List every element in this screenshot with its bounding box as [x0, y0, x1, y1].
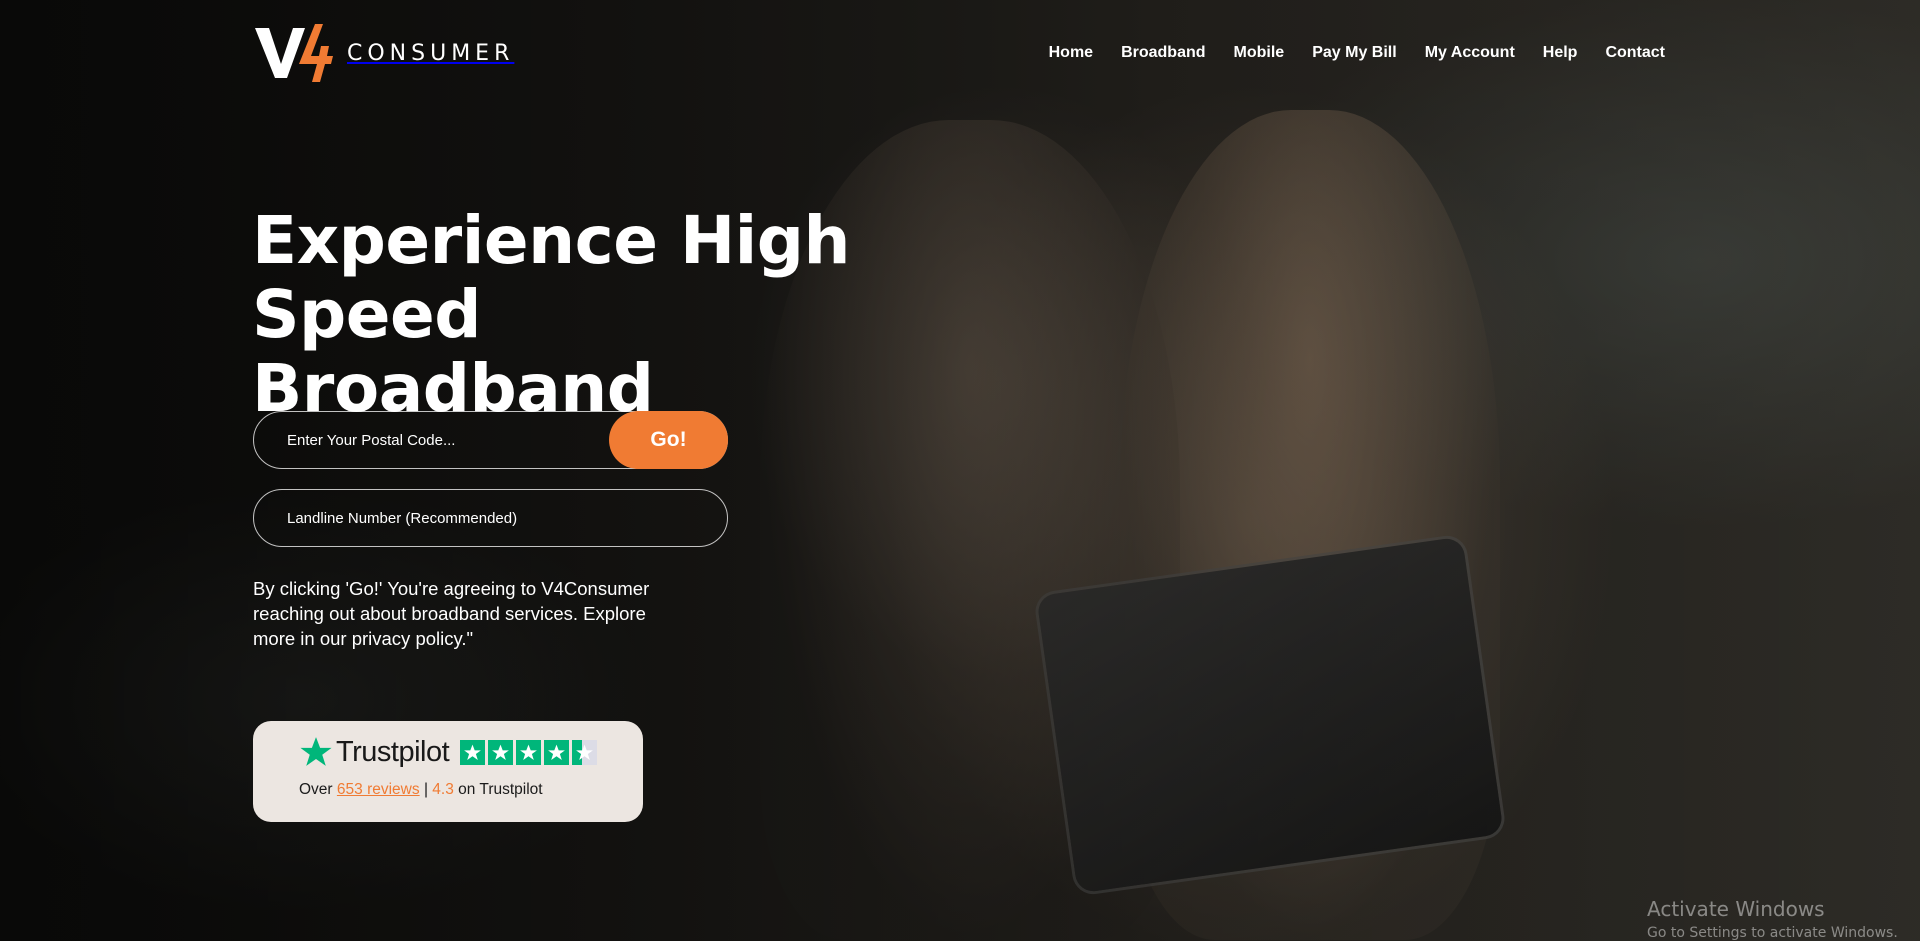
trustpilot-star-icon	[300, 737, 332, 766]
rating-star-icon	[516, 739, 542, 765]
landline-number-input[interactable]	[254, 490, 727, 546]
trustpilot-score: 4.3	[432, 781, 454, 798]
nav-contact[interactable]: Contact	[1605, 44, 1665, 62]
hero-title-line-2: Speed Broadband	[252, 276, 654, 427]
v4-logo-icon	[255, 24, 333, 82]
landline-field	[253, 489, 728, 547]
trustpilot-brand: Trustpilot	[336, 735, 450, 768]
hero-title-line-1: Experience High	[252, 202, 851, 279]
trustpilot-summary: Over 653 reviews | 4.3 on Trustpilot	[299, 781, 643, 799]
consent-text: By clicking 'Go!' You're agreeing to V4C…	[253, 578, 650, 649]
trustpilot-card[interactable]: Trustpilot Over 653 reviews | 4.3 on Tru…	[253, 721, 643, 822]
nav-my-account[interactable]: My Account	[1425, 44, 1515, 62]
trustpilot-rating-stars	[460, 739, 598, 765]
site-logo[interactable]: CONSUMER	[253, 20, 514, 86]
trustpilot-logo-row: Trustpilot	[299, 735, 643, 769]
watermark-title: Activate Windows	[1647, 897, 1825, 921]
site-header: CONSUMER Home Broadband Mobile Pay My Bi…	[253, 20, 1665, 86]
trustpilot-separator: |	[423, 781, 428, 798]
main-nav: Home Broadband Mobile Pay My Bill My Acc…	[1049, 44, 1665, 62]
nav-broadband[interactable]: Broadband	[1121, 44, 1205, 62]
watermark-subtitle: Go to Settings to activate Windows.	[1647, 925, 1898, 941]
activate-windows-watermark: Activate Windows Go to Settings to activ…	[1647, 897, 1898, 941]
rating-star-partial-icon	[572, 739, 598, 765]
trustpilot-prefix: Over	[299, 781, 333, 798]
postal-code-field: Go!	[253, 411, 728, 469]
rating-star-icon	[488, 739, 514, 765]
trustpilot-suffix: on Trustpilot	[458, 781, 543, 798]
nav-help[interactable]: Help	[1543, 44, 1578, 62]
rating-star-icon	[544, 739, 570, 765]
go-button[interactable]: Go!	[609, 411, 728, 469]
nav-home[interactable]: Home	[1049, 44, 1093, 62]
nav-mobile[interactable]: Mobile	[1234, 44, 1285, 62]
nav-pay-my-bill[interactable]: Pay My Bill	[1312, 44, 1396, 62]
rating-star-icon	[460, 739, 486, 765]
hero-title: Experience High Speed Broadband	[252, 204, 892, 426]
trustpilot-reviews-link[interactable]: 653 reviews	[337, 781, 420, 798]
brand-wordmark: CONSUMER	[347, 40, 515, 66]
